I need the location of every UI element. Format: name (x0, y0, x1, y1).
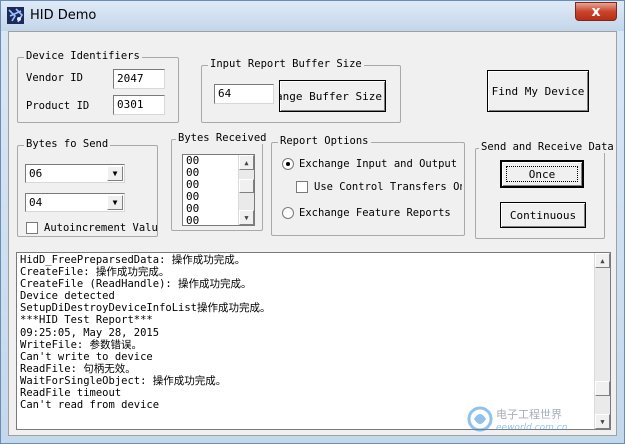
bytes-received-scrollbar[interactable]: ▲ ▼ (238, 155, 254, 225)
scroll-up-icon[interactable]: ▲ (595, 253, 610, 268)
product-id-input[interactable]: 0301 (113, 95, 165, 115)
log-line: ReadFile timeout (20, 387, 122, 400)
log-scrollbar[interactable]: ▲ ▼ (594, 253, 610, 429)
scroll-thumb[interactable] (595, 381, 610, 396)
bytes-received-label: Bytes Received (176, 132, 269, 144)
autoincrement-label: Autoincrement Values (44, 222, 157, 234)
device-identifiers-label: Device Identifiers (24, 50, 142, 62)
device-identifiers-group: Device Identifiers Vendor ID 2047 Produc… (17, 50, 179, 123)
report-options-group: Report Options Exchange Input and Output… (271, 135, 465, 236)
bytes-to-send-label: Bytes fo Send (24, 138, 111, 150)
log-line: SetupDiDestroyDeviceInfoList操作成功完成。 (20, 302, 271, 315)
find-my-device-button[interactable]: Find My Device (487, 70, 589, 112)
exchange-io-label: Exchange Input and Output Reports (299, 158, 462, 170)
control-transfers-label: Use Control Transfers Only (314, 181, 462, 193)
watermark-logo: 电子工程世界 eeworld.com.cn (467, 406, 568, 433)
log-line: WaitForSingleObject: 操作成功完成。 (20, 374, 227, 387)
bytes-received-list[interactable]: 00 00 00 00 00 00 ▲ ▼ (182, 154, 255, 226)
scroll-down-icon[interactable]: ▼ (239, 210, 254, 225)
byte2-value: 04 (29, 196, 43, 209)
exchange-feature-label: Exchange Feature Reports (299, 207, 451, 219)
watermark-en: eeworld.com.cn (496, 423, 568, 433)
app-icon (7, 7, 24, 24)
title-bar[interactable]: HID Demo x (1, 1, 624, 31)
byte2-combobox[interactable]: 04 ▼ (25, 193, 125, 212)
log-line: ***HID Test Report*** (20, 314, 153, 327)
control-transfers-checkbox[interactable] (296, 181, 308, 193)
bytes-to-send-group: Bytes fo Send 06 ▼ 04 ▼ Autoincrement Va… (17, 138, 158, 237)
log-output[interactable]: HidD_FreePreparsedData: 操作成功完成。 CreateFi… (16, 252, 611, 430)
continuous-button[interactable]: Continuous (500, 202, 586, 228)
input-report-label: Input Report Buffer Size (208, 58, 364, 70)
log-line: CreateFile (ReadHandle): 操作成功完成。 (20, 278, 252, 291)
exchange-io-radio[interactable] (282, 158, 294, 170)
exchange-feature-radio[interactable] (282, 207, 294, 219)
close-icon: x (591, 3, 601, 20)
client-area: Device Identifiers Vendor ID 2047 Produc… (8, 31, 617, 436)
scroll-thumb[interactable] (239, 179, 254, 193)
log-line: Can't write to device (20, 350, 153, 363)
report-options-label: Report Options (278, 135, 371, 147)
bytes-received-group: Bytes Received 00 00 00 00 00 00 ▲ ▼ (171, 132, 269, 231)
window-title: HID Demo (30, 8, 97, 23)
chevron-down-icon[interactable]: ▼ (107, 166, 123, 181)
vendor-id-input[interactable]: 2047 (113, 69, 165, 89)
scroll-up-icon[interactable]: ▲ (239, 155, 254, 170)
watermark-cn: 电子工程世界 (496, 408, 562, 421)
log-line: Device detected (20, 290, 115, 303)
close-button[interactable]: x (575, 2, 617, 21)
vendor-id-label: Vendor ID (26, 72, 83, 84)
log-line: WriteFile: 参数错误。 (20, 338, 143, 351)
input-report-group: Input Report Buffer Size 64 Change Buffe… (201, 58, 401, 123)
log-lines: HidD_FreePreparsedData: 操作成功完成。 CreateFi… (20, 254, 592, 411)
log-line: HidD_FreePreparsedData: 操作成功完成。 (20, 254, 246, 266)
buffer-size-input[interactable]: 64 (214, 84, 274, 104)
product-id-label: Product ID (26, 100, 90, 112)
byte1-value: 06 (29, 167, 43, 180)
send-receive-label: Send and Receive Data (479, 141, 616, 153)
once-button[interactable]: Once (500, 160, 584, 188)
autoincrement-checkbox[interactable] (26, 222, 38, 234)
log-line: CreateFile: 操作成功完成。 (20, 266, 170, 279)
log-line: 09:25:05, May 28, 2015 (20, 326, 160, 339)
chevron-down-icon[interactable]: ▼ (107, 195, 123, 210)
send-receive-group: Send and Receive Data Once Continuous (475, 141, 616, 239)
app-window: HID Demo x Device Identifiers Vendor ID … (0, 0, 625, 444)
log-line: ReadFile: 句柄无效。 (20, 362, 136, 375)
change-buffer-size-button[interactable]: Change Buffer Size (279, 80, 386, 112)
byte1-combobox[interactable]: 06 ▼ (25, 164, 125, 183)
